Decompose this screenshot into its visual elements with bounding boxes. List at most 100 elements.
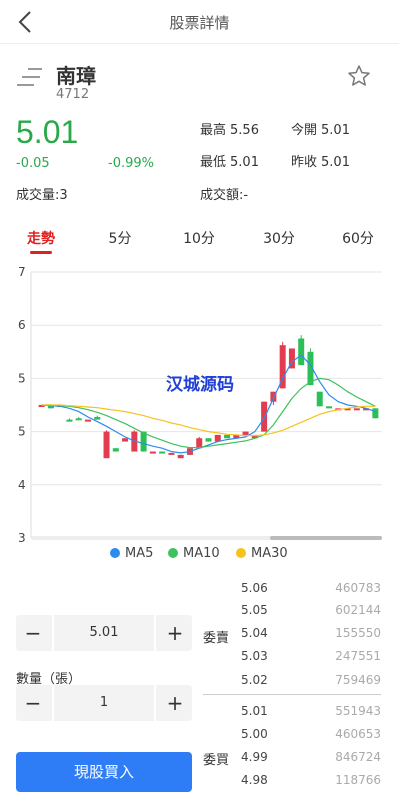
candle-body	[353, 408, 360, 411]
quantity-minus-button[interactable]: −	[16, 685, 50, 721]
tab-60min[interactable]: 60分	[342, 228, 374, 248]
chart-scrollbar	[270, 536, 382, 540]
candle-body	[75, 418, 82, 421]
bid-price: 5.00	[241, 727, 268, 741]
favorite-star-icon[interactable]	[347, 64, 371, 88]
y-tick-label: 5	[18, 425, 26, 439]
bid-qty: 551943	[335, 704, 381, 718]
y-tick-label: 6	[18, 318, 26, 332]
tab-10min[interactable]: 10分	[183, 228, 215, 248]
ask-qty: 602144	[335, 603, 381, 617]
candle-body	[316, 391, 323, 407]
candle-body	[94, 416, 101, 420]
ask-row: 5.05 602144	[241, 603, 381, 625]
legend-ma10: MA10	[168, 546, 220, 561]
legend-ma5: MA5	[110, 546, 153, 561]
current-price: 5.01	[16, 114, 79, 150]
buy-button[interactable]: 現股買入	[16, 752, 192, 792]
legend-ma10-label: MA10	[183, 546, 220, 561]
price-change-percent: -0.99%	[108, 156, 154, 171]
candle-body	[103, 431, 110, 459]
ask-row: 5.04 155550	[241, 626, 381, 648]
candle-body	[149, 451, 156, 454]
stat-low-value: 5.01	[230, 155, 259, 170]
period-tabs: 走勢 5分 10分 30分 60分	[0, 222, 399, 256]
bid-price: 4.98	[241, 773, 268, 787]
bid-row: 5.00 460653	[241, 727, 381, 749]
bid-qty: 846724	[335, 750, 381, 764]
legend-ma5-label: MA5	[125, 546, 154, 561]
tab-30min[interactable]: 30分	[263, 228, 295, 248]
candle-body	[140, 431, 147, 452]
bid-qty: 460653	[335, 727, 381, 741]
quantity-plus-button[interactable]: +	[158, 685, 192, 721]
candle-body	[66, 419, 73, 422]
stat-prev-value: 5.01	[321, 155, 350, 170]
stat-prev-label: 昨收	[291, 155, 318, 170]
stock-name: 南璋	[56, 64, 96, 88]
candle-body	[112, 448, 119, 452]
turnover: 成交額:-	[200, 188, 249, 203]
menu-lines-icon[interactable]	[16, 66, 44, 90]
ask-qty: 759469	[335, 673, 381, 687]
candle-body	[224, 434, 231, 439]
stat-open: 今開 5.01	[291, 119, 350, 138]
candle-body	[372, 408, 379, 419]
stat-high-label: 最高	[200, 123, 227, 138]
stock-code: 4712	[56, 87, 90, 102]
y-tick-label: 5	[18, 371, 26, 385]
stat-prev-close: 昨收 5.01	[291, 151, 350, 170]
ask-row: 5.06 460783	[241, 581, 381, 603]
candle-body	[159, 451, 166, 454]
bid-price: 4.99	[241, 750, 268, 764]
price-input[interactable]: 5.01	[52, 615, 156, 651]
candle-body	[326, 406, 333, 409]
candle-body	[242, 431, 249, 435]
ask-qty: 247551	[335, 649, 381, 663]
candle-body	[168, 452, 175, 455]
quantity-input[interactable]: 1	[52, 685, 156, 721]
y-tick-label: 7	[18, 265, 26, 279]
orderbook-divider	[203, 694, 381, 695]
price-stepper: − 5.01 +	[16, 615, 192, 651]
ma-line-ma30	[41, 404, 376, 437]
legend-ma30: MA30	[236, 546, 288, 561]
candle-body	[205, 438, 212, 442]
ma-line-ma5	[41, 354, 376, 454]
ask-price: 5.06	[241, 581, 268, 595]
ask-qty: 460783	[335, 581, 381, 595]
page-title: 股票詳情	[169, 14, 230, 32]
volume: 成交量:3	[16, 188, 68, 203]
candle-body	[261, 401, 268, 432]
stat-open-label: 今開	[291, 123, 318, 138]
stat-open-value: 5.01	[321, 123, 350, 138]
ask-price: 5.05	[241, 603, 268, 617]
price-minus-button[interactable]: −	[16, 615, 50, 651]
candle-body	[122, 438, 129, 442]
watermark-text: 汉城源码	[166, 374, 234, 395]
legend-ma30-dot	[236, 548, 246, 558]
stat-high: 最高 5.56	[200, 119, 259, 138]
bid-price: 5.01	[241, 704, 268, 718]
tab-trend[interactable]: 走勢	[27, 228, 55, 248]
price-change: -0.05	[16, 156, 50, 171]
bid-qty: 118766	[335, 773, 381, 787]
stat-low: 最低 5.01	[200, 151, 259, 170]
chart-legend: MA5 MA10 MA30	[0, 546, 399, 566]
tab-active-underline	[30, 251, 52, 254]
ask-label: 委賣	[203, 631, 230, 646]
ask-row: 5.03 247551	[241, 649, 381, 671]
nav-bar: 股票詳情	[0, 0, 399, 44]
price-plus-button[interactable]: +	[158, 615, 192, 651]
legend-ma10-dot	[168, 548, 178, 558]
candle-body	[84, 419, 91, 422]
kline-chart[interactable]: 7 6 5 5 4 3 汉城源码	[0, 262, 399, 547]
ask-price: 5.04	[241, 626, 268, 640]
tab-5min[interactable]: 5分	[109, 228, 132, 248]
bid-label: 委買	[203, 753, 230, 768]
y-tick-label: 3	[18, 531, 26, 545]
bid-row: 4.98 118766	[241, 773, 381, 795]
legend-ma30-label: MA30	[251, 546, 288, 561]
bid-row: 4.99 846724	[241, 750, 381, 772]
ask-row: 5.02 759469	[241, 673, 381, 695]
